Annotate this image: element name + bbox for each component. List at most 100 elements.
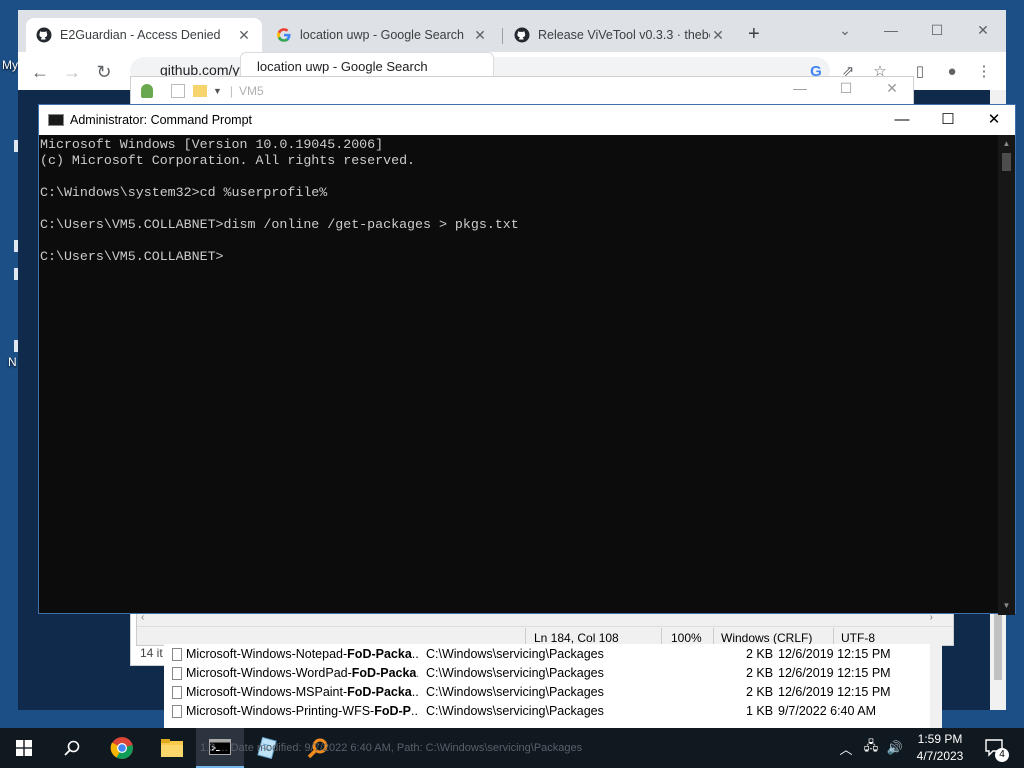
file-row[interactable]: Microsoft-Windows-MSPaint-FoD-Packa... C… bbox=[164, 683, 942, 702]
zoom-level: 100% bbox=[671, 631, 702, 645]
properties-icon[interactable] bbox=[171, 83, 185, 98]
console-output[interactable]: Microsoft Windows [Version 10.0.19045.20… bbox=[39, 135, 999, 615]
tab-title: E2Guardian - Access Denied bbox=[60, 28, 221, 42]
command-prompt-window: Administrator: Command Prompt — ☐ ✕ Micr… bbox=[38, 104, 1016, 615]
reload-button[interactable]: ↻ bbox=[92, 60, 116, 84]
tab-separator bbox=[502, 28, 503, 44]
file-icon bbox=[172, 667, 182, 680]
file-folder: C:\Windows\servicing\Packages bbox=[426, 704, 604, 718]
chrome-icon bbox=[110, 737, 133, 759]
cmd-icon bbox=[48, 114, 64, 126]
browser-tab[interactable]: Release ViVeTool v0.3.3 · thebo ✕ bbox=[504, 18, 736, 52]
taskbar-preview-text: 1.3 ... Date modified: 9/7/2022 6:40 AM,… bbox=[200, 742, 583, 754]
file-date: 12/6/2019 12:15 PM bbox=[778, 685, 891, 699]
file-folder: C:\Windows\servicing\Packages bbox=[426, 685, 604, 699]
user-icon bbox=[141, 83, 153, 98]
file-date: 12/6/2019 12:15 PM bbox=[778, 647, 891, 661]
file-row[interactable]: Microsoft-Windows-Notepad-FoD-Packa... C… bbox=[164, 645, 942, 664]
tab-hover-tooltip: location uwp - Google Search bbox=[240, 52, 494, 78]
console-line: C:\Users\VM5.COLLABNET> bbox=[40, 249, 224, 264]
console-line: C:\Windows\system32>cd %userprofile% bbox=[40, 185, 328, 200]
file-list-scrollbar[interactable] bbox=[930, 644, 942, 728]
file-name: Microsoft-Windows-Printing-WFS-FoD-P... bbox=[186, 704, 418, 718]
notification-center-button[interactable]: 4 bbox=[980, 728, 1010, 768]
window-title: Administrator: Command Prompt bbox=[70, 113, 253, 127]
item-count: 14 it bbox=[140, 646, 164, 664]
forward-button[interactable]: → bbox=[60, 60, 84, 84]
file-icon bbox=[172, 648, 182, 661]
google-icon bbox=[276, 27, 292, 43]
file-list: Microsoft-Windows-Notepad-FoD-Packa... C… bbox=[164, 644, 942, 728]
network-icon[interactable]: 🖧 bbox=[860, 728, 882, 768]
profile-icon[interactable]: ● bbox=[940, 60, 964, 84]
clock-date: 4/7/2023 bbox=[916, 749, 964, 763]
file-size: 2 KB bbox=[746, 666, 774, 680]
start-button[interactable] bbox=[0, 728, 48, 768]
console-line: (c) Microsoft Corporation. All rights re… bbox=[40, 153, 416, 168]
volume-icon[interactable]: 🔊 bbox=[884, 728, 906, 768]
github-icon bbox=[514, 27, 530, 43]
search-button[interactable] bbox=[48, 728, 96, 768]
file-name: Microsoft-Windows-MSPaint-FoD-Packa... bbox=[186, 685, 418, 699]
notification-badge: 4 bbox=[995, 748, 1009, 762]
tab-title: Release ViVeTool v0.3.3 · thebo bbox=[538, 28, 710, 42]
maximize-button[interactable]: ☐ bbox=[914, 16, 960, 44]
console-line: Microsoft Windows [Version 10.0.19045.20… bbox=[40, 137, 384, 152]
close-button[interactable]: ✕ bbox=[971, 105, 1017, 135]
minimize-button[interactable]: — bbox=[879, 105, 925, 135]
close-button[interactable]: ✕ bbox=[960, 16, 1006, 44]
encoding: UTF-8 bbox=[841, 631, 875, 645]
close-icon[interactable]: ✕ bbox=[710, 27, 726, 44]
chevron-down-icon[interactable]: ▼ bbox=[213, 86, 222, 96]
minimize-button[interactable]: — bbox=[868, 16, 914, 44]
close-icon[interactable]: ✕ bbox=[472, 27, 488, 44]
cursor-position: Ln 184, Col 108 bbox=[534, 631, 619, 645]
clock-time: 1:59 PM bbox=[917, 732, 963, 746]
chevron-down-icon[interactable]: ⌄ bbox=[822, 16, 868, 44]
minimize-button[interactable]: — bbox=[777, 80, 823, 96]
cmd-scrollbar[interactable]: ▲ ▼ bbox=[998, 135, 1015, 615]
desktop-icon-label[interactable]: My bbox=[2, 58, 18, 72]
file-row[interactable]: Microsoft-Windows-WordPad-FoD-Packa... C… bbox=[164, 664, 942, 683]
scroll-down-icon[interactable]: ▼ bbox=[998, 601, 1015, 610]
back-button[interactable]: ← bbox=[28, 60, 52, 84]
file-size: 2 KB bbox=[746, 647, 774, 661]
chevron-up-icon[interactable]: ︿ bbox=[836, 728, 856, 768]
folder-icon bbox=[161, 739, 183, 757]
close-button[interactable]: ✕ bbox=[869, 80, 915, 97]
scrollbar-thumb[interactable] bbox=[1002, 153, 1011, 171]
notepad-status-area: ‹ › Ln 184, Col 108 100% Windows (CRLF) … bbox=[136, 610, 954, 647]
new-tab-button[interactable]: + bbox=[748, 24, 760, 44]
console-line: C:\Users\VM5.COLLABNET>dism /online /get… bbox=[40, 217, 519, 232]
line-endings: Windows (CRLF) bbox=[721, 631, 813, 645]
maximize-button[interactable]: ☐ bbox=[925, 105, 971, 135]
search-icon bbox=[64, 740, 80, 756]
file-name: Microsoft-Windows-WordPad-FoD-Packa... bbox=[186, 666, 418, 680]
scroll-up-icon[interactable]: ▲ bbox=[998, 139, 1015, 148]
github-icon bbox=[36, 27, 52, 43]
browser-tab[interactable]: location uwp - Google Search ✕ bbox=[266, 18, 498, 52]
tab-title: location uwp - Google Search bbox=[300, 28, 464, 42]
file-row[interactable]: Microsoft-Windows-Printing-WFS-FoD-P... … bbox=[164, 702, 942, 721]
desktop-icon-label[interactable]: N bbox=[8, 355, 17, 369]
file-size: 2 KB bbox=[746, 685, 774, 699]
file-name: Microsoft-Windows-Notepad-FoD-Packa... bbox=[186, 647, 418, 661]
system-clock[interactable]: 1:59 PM 4/7/2023 bbox=[908, 731, 972, 765]
cmd-titlebar[interactable]: Administrator: Command Prompt — ☐ ✕ bbox=[39, 105, 1015, 135]
browser-tab[interactable]: E2Guardian - Access Denied ✕ bbox=[26, 18, 262, 52]
maximize-button[interactable]: ☐ bbox=[823, 80, 869, 97]
close-icon[interactable]: ✕ bbox=[236, 27, 252, 44]
file-folder: C:\Windows\servicing\Packages bbox=[426, 647, 604, 661]
more-menu-icon[interactable]: ⋮ bbox=[972, 60, 996, 84]
file-icon bbox=[172, 686, 182, 699]
taskbar-file-explorer[interactable] bbox=[148, 728, 196, 768]
windows-logo-icon bbox=[16, 740, 32, 756]
file-size: 1 KB bbox=[746, 704, 774, 718]
file-folder: C:\Windows\servicing\Packages bbox=[426, 666, 604, 680]
taskbar: 1.3 ... Date modified: 9/7/2022 6:40 AM,… bbox=[0, 728, 1024, 768]
taskbar-chrome[interactable] bbox=[98, 728, 146, 768]
folder-icon[interactable] bbox=[193, 84, 207, 97]
